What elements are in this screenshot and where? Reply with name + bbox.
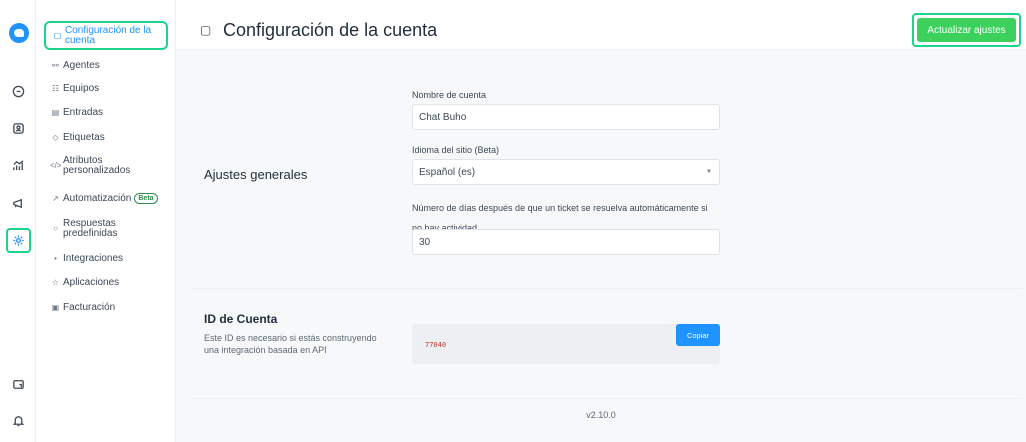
- inboxes-icon: ▤: [51, 108, 60, 117]
- sidebar-item-label: Atributos personalizados: [63, 155, 131, 176]
- sidebar-item-label: Entradas: [63, 107, 104, 118]
- chat-bubble-icon: ○: [53, 224, 58, 233]
- conversations-icon[interactable]: [7, 80, 29, 102]
- contacts-icon[interactable]: [7, 117, 29, 139]
- chevron-down-icon: ▼: [706, 169, 712, 175]
- sidebar-item-agents[interactable]: ⚯ Agentes: [50, 61, 100, 71]
- general-settings-title: Ajustes generales: [204, 167, 308, 182]
- sidebar-item-label: Etiquetas: [63, 132, 105, 143]
- sidebar-item-label: Respuestas predefinidas: [63, 218, 118, 239]
- account-id-value: 77040: [425, 341, 447, 349]
- settings-sidebar: ▢ Configuración de la cuenta ⚯ Agentes ☷…: [36, 0, 176, 442]
- help-center-icon[interactable]: [7, 373, 29, 395]
- billing-icon: ▣: [51, 303, 60, 312]
- campaigns-icon[interactable]: [7, 192, 29, 214]
- section-divider: [192, 288, 1023, 289]
- sidebar-item-label: Integraciones: [63, 253, 124, 264]
- notifications-icon[interactable]: [7, 409, 29, 431]
- account-id-title: ID de Cuenta: [204, 312, 278, 326]
- logo-icon[interactable]: [9, 23, 29, 43]
- plug-icon: •: [54, 254, 57, 263]
- tag-icon: ◇: [52, 133, 59, 142]
- sidebar-item-custom-attributes[interactable]: </> Atributos personalizados: [50, 156, 143, 176]
- sidebar-item-integrations[interactable]: • Integraciones: [50, 254, 123, 264]
- account-name-input[interactable]: Chat Buho: [412, 104, 720, 130]
- settings-content: Ajustes generales Nombre de cuenta Chat …: [176, 50, 1026, 442]
- account-id-box: 77040 Copiar: [412, 324, 720, 364]
- update-settings-label: Actualizar ajustes: [917, 18, 1016, 42]
- agents-icon: ⚯: [52, 61, 59, 70]
- sidebar-item-label: Configuración de la cuenta: [65, 24, 152, 46]
- sidebar-item-label: Automatización: [63, 192, 132, 204]
- primary-nav: [0, 0, 36, 442]
- language-value: Español (es): [419, 166, 476, 178]
- sidebar-item-teams[interactable]: ☷ Equipos: [50, 84, 99, 94]
- beta-badge: Beta: [134, 193, 158, 204]
- auto-resolve-days-input[interactable]: 30: [412, 229, 720, 255]
- sidebar-item-labels[interactable]: ◇ Etiquetas: [50, 132, 105, 143]
- footer-divider: [192, 398, 1023, 399]
- account-name-label: Nombre de cuenta: [412, 90, 487, 100]
- automation-icon: ↗: [52, 193, 59, 203]
- sidebar-item-automation[interactable]: ↗ Automatización Beta: [50, 193, 158, 204]
- version-label: v2.10.0: [586, 410, 616, 420]
- code-icon: </>: [50, 161, 62, 170]
- update-settings-button[interactable]: Actualizar ajustes: [912, 13, 1021, 47]
- account-id-description: Este ID es necesario si estás construyen…: [204, 333, 377, 355]
- page-header: ▢ Configuración de la cuenta Actualizar …: [176, 0, 1026, 50]
- sidebar-item-applications[interactable]: ☆ Aplicaciones: [50, 278, 119, 288]
- cube-icon: ▢: [200, 23, 212, 37]
- app: ▢ Configuración de la cuenta ⚯ Agentes ☷…: [0, 0, 1026, 442]
- language-label: Idioma del sitio (Beta): [412, 145, 500, 155]
- sidebar-item-label: Facturación: [63, 302, 116, 313]
- sidebar-item-billing[interactable]: ▣ Facturación: [50, 302, 116, 313]
- sidebar-item-account-settings[interactable]: ▢ Configuración de la cuenta: [44, 21, 168, 50]
- settings-icon[interactable]: [6, 228, 31, 253]
- copy-button[interactable]: Copiar: [676, 324, 720, 346]
- cube-icon: ▢: [53, 30, 62, 40]
- sidebar-item-label: Equipos: [63, 83, 100, 94]
- sidebar-item-inboxes[interactable]: ▤ Entradas: [50, 108, 103, 118]
- teams-icon: ☷: [51, 84, 60, 93]
- sidebar-item-label: Aplicaciones: [63, 277, 120, 288]
- language-select[interactable]: Español (es) ▼: [412, 159, 720, 185]
- page-title: Configuración de la cuenta: [223, 20, 438, 40]
- apps-icon: ☆: [51, 278, 60, 287]
- reports-icon[interactable]: [7, 154, 29, 176]
- sidebar-item-label: Agentes: [63, 60, 100, 71]
- sidebar-item-canned-responses[interactable]: ○ Respuestas predefinidas: [50, 219, 133, 239]
